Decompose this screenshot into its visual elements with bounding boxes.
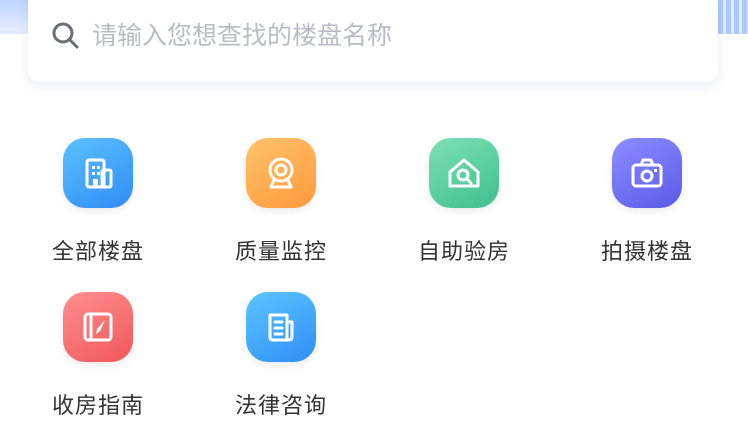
search-icon xyxy=(52,22,79,49)
menu-item-label: 拍摄楼盘 xyxy=(600,240,693,265)
menu-item-icon-wrap xyxy=(612,138,682,208)
menu-item-label: 全部楼盘 xyxy=(51,240,144,265)
menu-item-self-inspection[interactable]: 自助验房 xyxy=(372,128,556,268)
menu-item-icon-wrap xyxy=(63,292,133,362)
menu-item-all-buildings[interactable]: 全部楼盘 xyxy=(6,128,190,268)
search-bar[interactable] xyxy=(28,0,718,82)
menu-item-icon-wrap xyxy=(63,138,133,208)
menu-item-label: 自助验房 xyxy=(417,240,510,265)
menu-item-quality-monitor[interactable]: 质量监控 xyxy=(189,128,373,268)
menu-item-label: 收房指南 xyxy=(51,394,144,419)
camera-icon xyxy=(631,158,663,188)
menu-item-handover-guide[interactable]: 收房指南 xyxy=(6,282,190,422)
menu-item-icon-wrap xyxy=(429,138,499,208)
menu-item-icon-wrap xyxy=(246,292,316,362)
document-icon xyxy=(268,313,294,342)
house-search-icon xyxy=(448,158,480,188)
compass-guide-icon xyxy=(83,312,113,342)
menu-item-label: 质量监控 xyxy=(234,240,327,265)
menu-item-label: 法律咨询 xyxy=(234,394,327,419)
webcam-icon xyxy=(268,157,294,189)
menu-item-shoot-buildings[interactable]: 拍摄楼盘 xyxy=(555,128,739,268)
building-icon xyxy=(85,158,113,189)
menu-item-icon-wrap xyxy=(246,138,316,208)
page: 全部楼盘 质量监控 自助验房 xyxy=(0,0,748,435)
header-deco-right xyxy=(718,0,748,34)
search-input[interactable] xyxy=(92,20,692,50)
menu-item-legal-consult[interactable]: 法律咨询 xyxy=(189,282,373,422)
header-deco-left xyxy=(0,0,30,30)
